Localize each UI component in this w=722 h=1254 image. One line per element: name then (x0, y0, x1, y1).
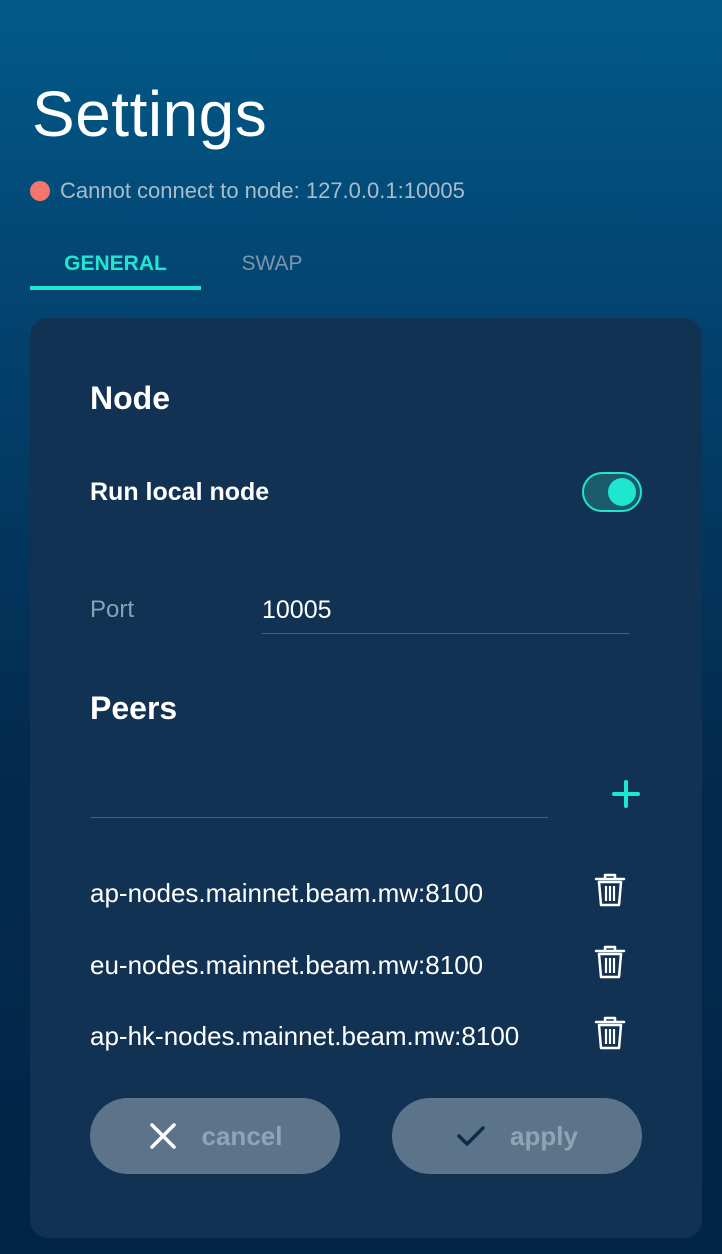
trash-icon[interactable] (594, 872, 626, 908)
trash-icon[interactable] (594, 1015, 626, 1051)
new-peer-input[interactable] (90, 770, 548, 818)
peer-list-item: ap-nodes.mainnet.beam.mw:8100 (90, 872, 650, 912)
peer-list-item: ap-hk-nodes.mainnet.beam.mw:8100 (90, 1015, 650, 1055)
tab-swap[interactable]: SWAP (201, 244, 343, 290)
check-icon (457, 1126, 485, 1146)
tab-general[interactable]: GENERAL (30, 244, 201, 290)
peer-address: eu-nodes.mainnet.beam.mw:8100 (90, 950, 484, 980)
peer-address: ap-hk-nodes.mainnet.beam.mw:8100 (90, 1021, 520, 1051)
apply-button[interactable]: apply (392, 1098, 642, 1174)
cancel-button[interactable]: cancel (90, 1098, 340, 1174)
node-section-title: Node (90, 380, 170, 416)
page-title: Settings (32, 78, 268, 150)
toggle-knob (608, 478, 636, 506)
peer-list-item: eu-nodes.mainnet.beam.mw:8100 (90, 944, 650, 984)
run-local-node-label: Run local node (90, 478, 270, 506)
apply-button-label: apply (510, 1120, 578, 1151)
cancel-button-label: cancel (201, 1120, 283, 1151)
settings-card: Node Run local node Port Peers ap-nodes.… (30, 318, 702, 1238)
close-icon (149, 1123, 176, 1149)
run-local-node-toggle[interactable] (582, 472, 642, 512)
port-label: Port (90, 596, 135, 623)
settings-tabs: GENERAL SWAP (30, 244, 343, 290)
peers-section-title: Peers (90, 690, 178, 726)
status-text: Cannot connect to node: 127.0.0.1:10005 (60, 178, 465, 203)
peer-address: ap-nodes.mainnet.beam.mw:8100 (90, 878, 484, 908)
port-input[interactable] (262, 588, 630, 634)
trash-icon[interactable] (594, 944, 626, 980)
connection-status: Cannot connect to node: 127.0.0.1:10005 (30, 176, 465, 206)
status-indicator-icon (30, 181, 50, 201)
plus-icon[interactable] (610, 778, 642, 810)
